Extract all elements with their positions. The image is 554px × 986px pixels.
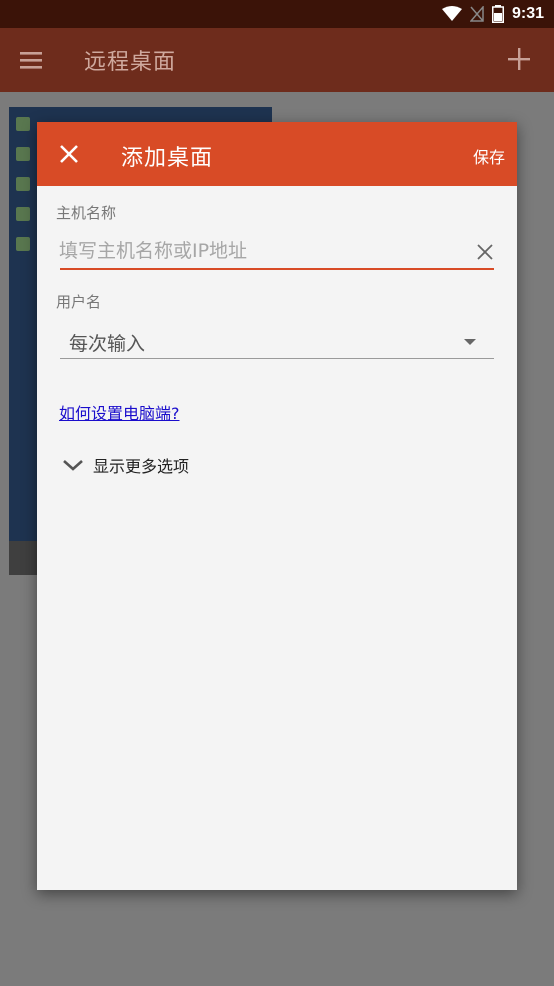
host-name-input[interactable] [59,234,469,268]
dialog-header: 添加桌面 保存 [37,122,517,186]
clear-icon[interactable] [475,242,495,262]
battery-icon [491,5,504,23]
host-name-label: 主机名称 [56,204,117,222]
add-icon[interactable] [504,44,534,74]
username-underline [60,358,494,359]
status-bar: 9:31 [0,0,554,28]
menu-icon[interactable] [18,48,46,72]
show-more-options-toggle[interactable]: 显示更多选项 [61,452,189,478]
status-icons: 9:31 [441,0,544,28]
dialog-title: 添加桌面 [121,146,214,171]
chevron-down-icon [63,460,83,471]
save-button[interactable]: 保存 [473,144,505,168]
host-name-underline [60,268,494,270]
username-label: 用户名 [56,293,102,311]
setup-help-link[interactable]: 如何设置电脑端? [59,400,180,424]
no-signal-icon [469,6,484,22]
add-desktop-dialog: 添加桌面 保存 主机名称 用户名 每次输入 如何设置电脑端? 显示更多选项 [37,122,517,890]
close-icon[interactable] [57,142,81,166]
dropdown-arrow-icon [464,339,476,345]
wifi-icon [441,6,462,21]
status-time: 9:31 [511,5,544,22]
app-bar: 远程桌面 [0,28,554,92]
thumbnail-desktop-icons [13,111,35,267]
show-more-options-label: 显示更多选项 [93,457,190,476]
app-title: 远程桌面 [84,50,177,75]
username-selected-value: 每次输入 [69,333,146,355]
